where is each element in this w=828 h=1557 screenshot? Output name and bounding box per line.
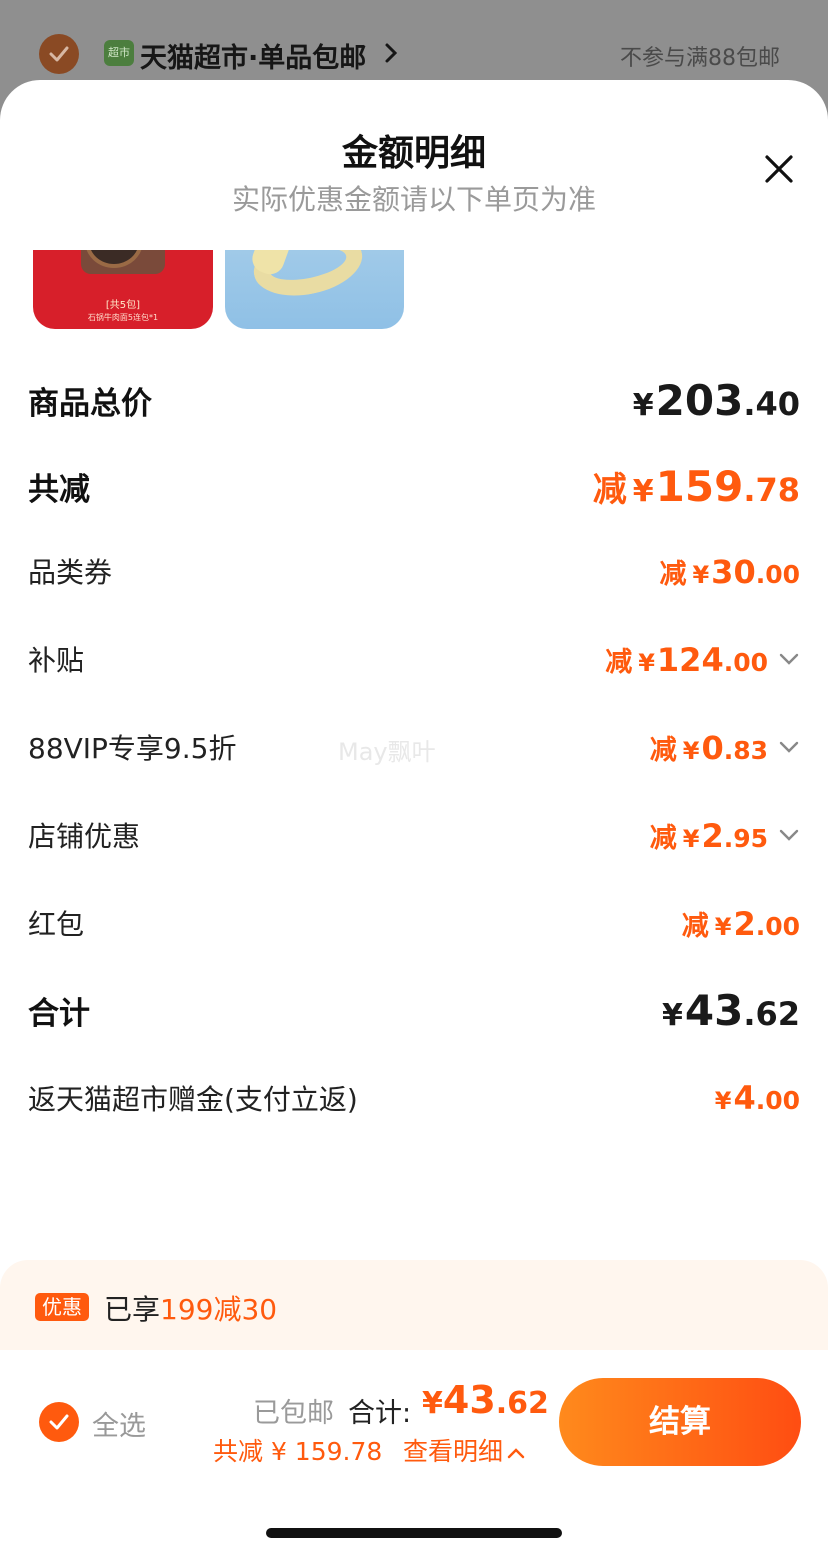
amount-dec: .40 bbox=[743, 384, 800, 423]
amount-row: 共减 减 ¥159.78 bbox=[28, 456, 800, 516]
row-label: 补贴 bbox=[28, 644, 85, 677]
amount-int: 0 bbox=[701, 728, 724, 767]
row-amount: 减 ¥124.00 bbox=[605, 640, 768, 679]
product-image-noodles: [共5包] 石锅牛肉面5连包*1 bbox=[33, 250, 213, 329]
reduce-prefix: 减 bbox=[649, 734, 677, 766]
total-yen: ¥ bbox=[422, 1386, 443, 1421]
yen-sign: ¥ bbox=[682, 736, 700, 765]
thumb-caption: 石锅牛肉面5连包*1 bbox=[87, 313, 159, 322]
yen-sign: ¥ bbox=[638, 648, 655, 677]
yen-sign: ¥ bbox=[714, 1087, 732, 1115]
amount-int: 203 bbox=[655, 375, 744, 425]
amount-int: 124 bbox=[656, 640, 724, 679]
yen-sign: ¥ bbox=[632, 387, 654, 423]
reduce-prefix: 减 bbox=[659, 558, 687, 590]
reduce-prefix: 减 bbox=[681, 910, 709, 942]
row-amount: 减 ¥2.00 bbox=[682, 904, 800, 943]
row-amount: 减 ¥159.78 bbox=[593, 462, 800, 511]
amount-row[interactable]: 店铺优惠 减 ¥2.95 bbox=[28, 805, 800, 865]
amount-dec: .62 bbox=[743, 994, 800, 1033]
checkout-bar: 全选 已包邮 合计: ¥43.62 共减 ¥ 159.78 查看明细 结算 bbox=[0, 1350, 828, 1557]
amount-row: 商品总价 ¥203.40 bbox=[28, 370, 800, 430]
chevron-down-icon[interactable] bbox=[778, 740, 800, 754]
sheet-title: 金额明细 bbox=[341, 133, 486, 174]
promo-text: 已享199减30 bbox=[104, 1288, 277, 1328]
amount-row[interactable]: 补贴 减 ¥124.00 bbox=[28, 629, 800, 689]
amount-dec: .83 bbox=[723, 735, 768, 765]
amount-dec: .00 bbox=[755, 1086, 800, 1115]
amount-int: 43 bbox=[684, 985, 744, 1035]
amount-row: 返天猫超市赠金(支付立返) ¥4.00 bbox=[28, 1068, 800, 1128]
home-indicator bbox=[266, 1528, 562, 1538]
chevron-down-icon[interactable] bbox=[778, 828, 800, 842]
amount-row: 品类券 减 ¥30.00 bbox=[28, 541, 800, 601]
amount-int: 159 bbox=[655, 461, 744, 511]
amount-dec: .00 bbox=[723, 647, 768, 677]
view-detail-label: 查看明细 bbox=[403, 1437, 504, 1466]
row-label: 返天猫超市赠金(支付立返) bbox=[28, 1083, 358, 1116]
promo-badge: 优惠 bbox=[35, 1293, 89, 1321]
product-image-ring bbox=[225, 250, 404, 329]
amount-dec: .00 bbox=[755, 911, 800, 941]
select-all-checkbox[interactable] bbox=[39, 1402, 79, 1442]
row-amount: ¥43.62 bbox=[662, 986, 800, 1035]
chevron-right-icon bbox=[385, 43, 398, 63]
check-icon bbox=[49, 1414, 69, 1430]
amount-row: 合计 ¥43.62 bbox=[28, 980, 800, 1040]
store-name: 天猫超市·单品包邮 bbox=[140, 43, 367, 74]
view-detail-link[interactable]: 查看明细 bbox=[403, 1432, 525, 1468]
product-thumbnails: [共5包] 石锅牛肉面5连包*1 bbox=[0, 250, 828, 330]
watermark: May飘叶 bbox=[338, 738, 436, 766]
row-label: 合计 bbox=[28, 995, 90, 1032]
tmall-market-logo: 超市 bbox=[104, 40, 134, 66]
yen-sign: ¥ bbox=[714, 912, 732, 941]
amount-row: 红包 减 ¥2.00 bbox=[28, 893, 800, 953]
select-all-label[interactable]: 全选 bbox=[92, 1404, 146, 1443]
amount-int: 2 bbox=[733, 904, 756, 943]
total-label: 合计: bbox=[348, 1398, 412, 1429]
yen-sign: ¥ bbox=[661, 997, 683, 1033]
row-amount: 减 ¥30.00 bbox=[659, 552, 800, 591]
promo-highlight: 199减30 bbox=[160, 1293, 278, 1326]
amount-int: 4 bbox=[733, 1079, 756, 1117]
saved-amount: 共减 ¥ 159.78 bbox=[213, 1437, 383, 1466]
row-amount: 减 ¥2.95 bbox=[650, 816, 768, 855]
row-amount: ¥203.40 bbox=[633, 376, 800, 425]
amount-detail-sheet: 金额明细 实际优惠金额请以下单页为准 [共5包] 石锅牛肉面5连包*1 商品总价… bbox=[0, 80, 828, 1557]
amount-dec: .78 bbox=[743, 470, 800, 509]
yen-sign: ¥ bbox=[692, 560, 710, 589]
row-amount: ¥4.00 bbox=[715, 1079, 800, 1117]
promo-text-prefix: 已享 bbox=[104, 1293, 161, 1326]
reduce-prefix: 减 bbox=[592, 469, 627, 510]
row-amount: 减 ¥0.83 bbox=[650, 728, 768, 767]
shipping-status: 已包邮 bbox=[253, 1398, 334, 1429]
chevron-up-icon bbox=[507, 1448, 525, 1459]
promo-strip: 优惠 已享199减30 bbox=[0, 1260, 828, 1350]
reduce-prefix: 减 bbox=[649, 822, 677, 854]
total-amount: ¥43.62 bbox=[422, 1378, 549, 1422]
close-icon[interactable] bbox=[758, 148, 800, 190]
reduce-prefix: 减 bbox=[605, 646, 633, 678]
sheet-subtitle: 实际优惠金额请以下单页为准 bbox=[231, 183, 596, 216]
shipping-note: 不参与满88包邮 bbox=[620, 46, 780, 71]
total-int: 43 bbox=[442, 1378, 496, 1422]
row-label: 商品总价 bbox=[28, 385, 152, 422]
total-dec: .62 bbox=[495, 1386, 549, 1421]
row-label: 共减 bbox=[28, 471, 90, 508]
row-label: 红包 bbox=[28, 908, 85, 941]
store-checkbox bbox=[39, 34, 79, 74]
chevron-down-icon[interactable] bbox=[778, 652, 800, 666]
row-label: 店铺优惠 bbox=[28, 820, 141, 853]
thumb-tag: [共5包] bbox=[105, 300, 141, 311]
amount-int: 30 bbox=[711, 552, 756, 591]
row-label: 品类券 bbox=[28, 556, 113, 589]
amount-int: 2 bbox=[701, 816, 724, 855]
amount-dec: .95 bbox=[723, 823, 768, 853]
check-icon bbox=[49, 46, 69, 62]
amount-dec: .00 bbox=[755, 559, 800, 589]
yen-sign: ¥ bbox=[682, 824, 700, 853]
row-label: 88VIP专享9.5折 bbox=[28, 732, 237, 765]
checkout-button[interactable]: 结算 bbox=[559, 1378, 801, 1466]
yen-sign: ¥ bbox=[632, 473, 654, 509]
